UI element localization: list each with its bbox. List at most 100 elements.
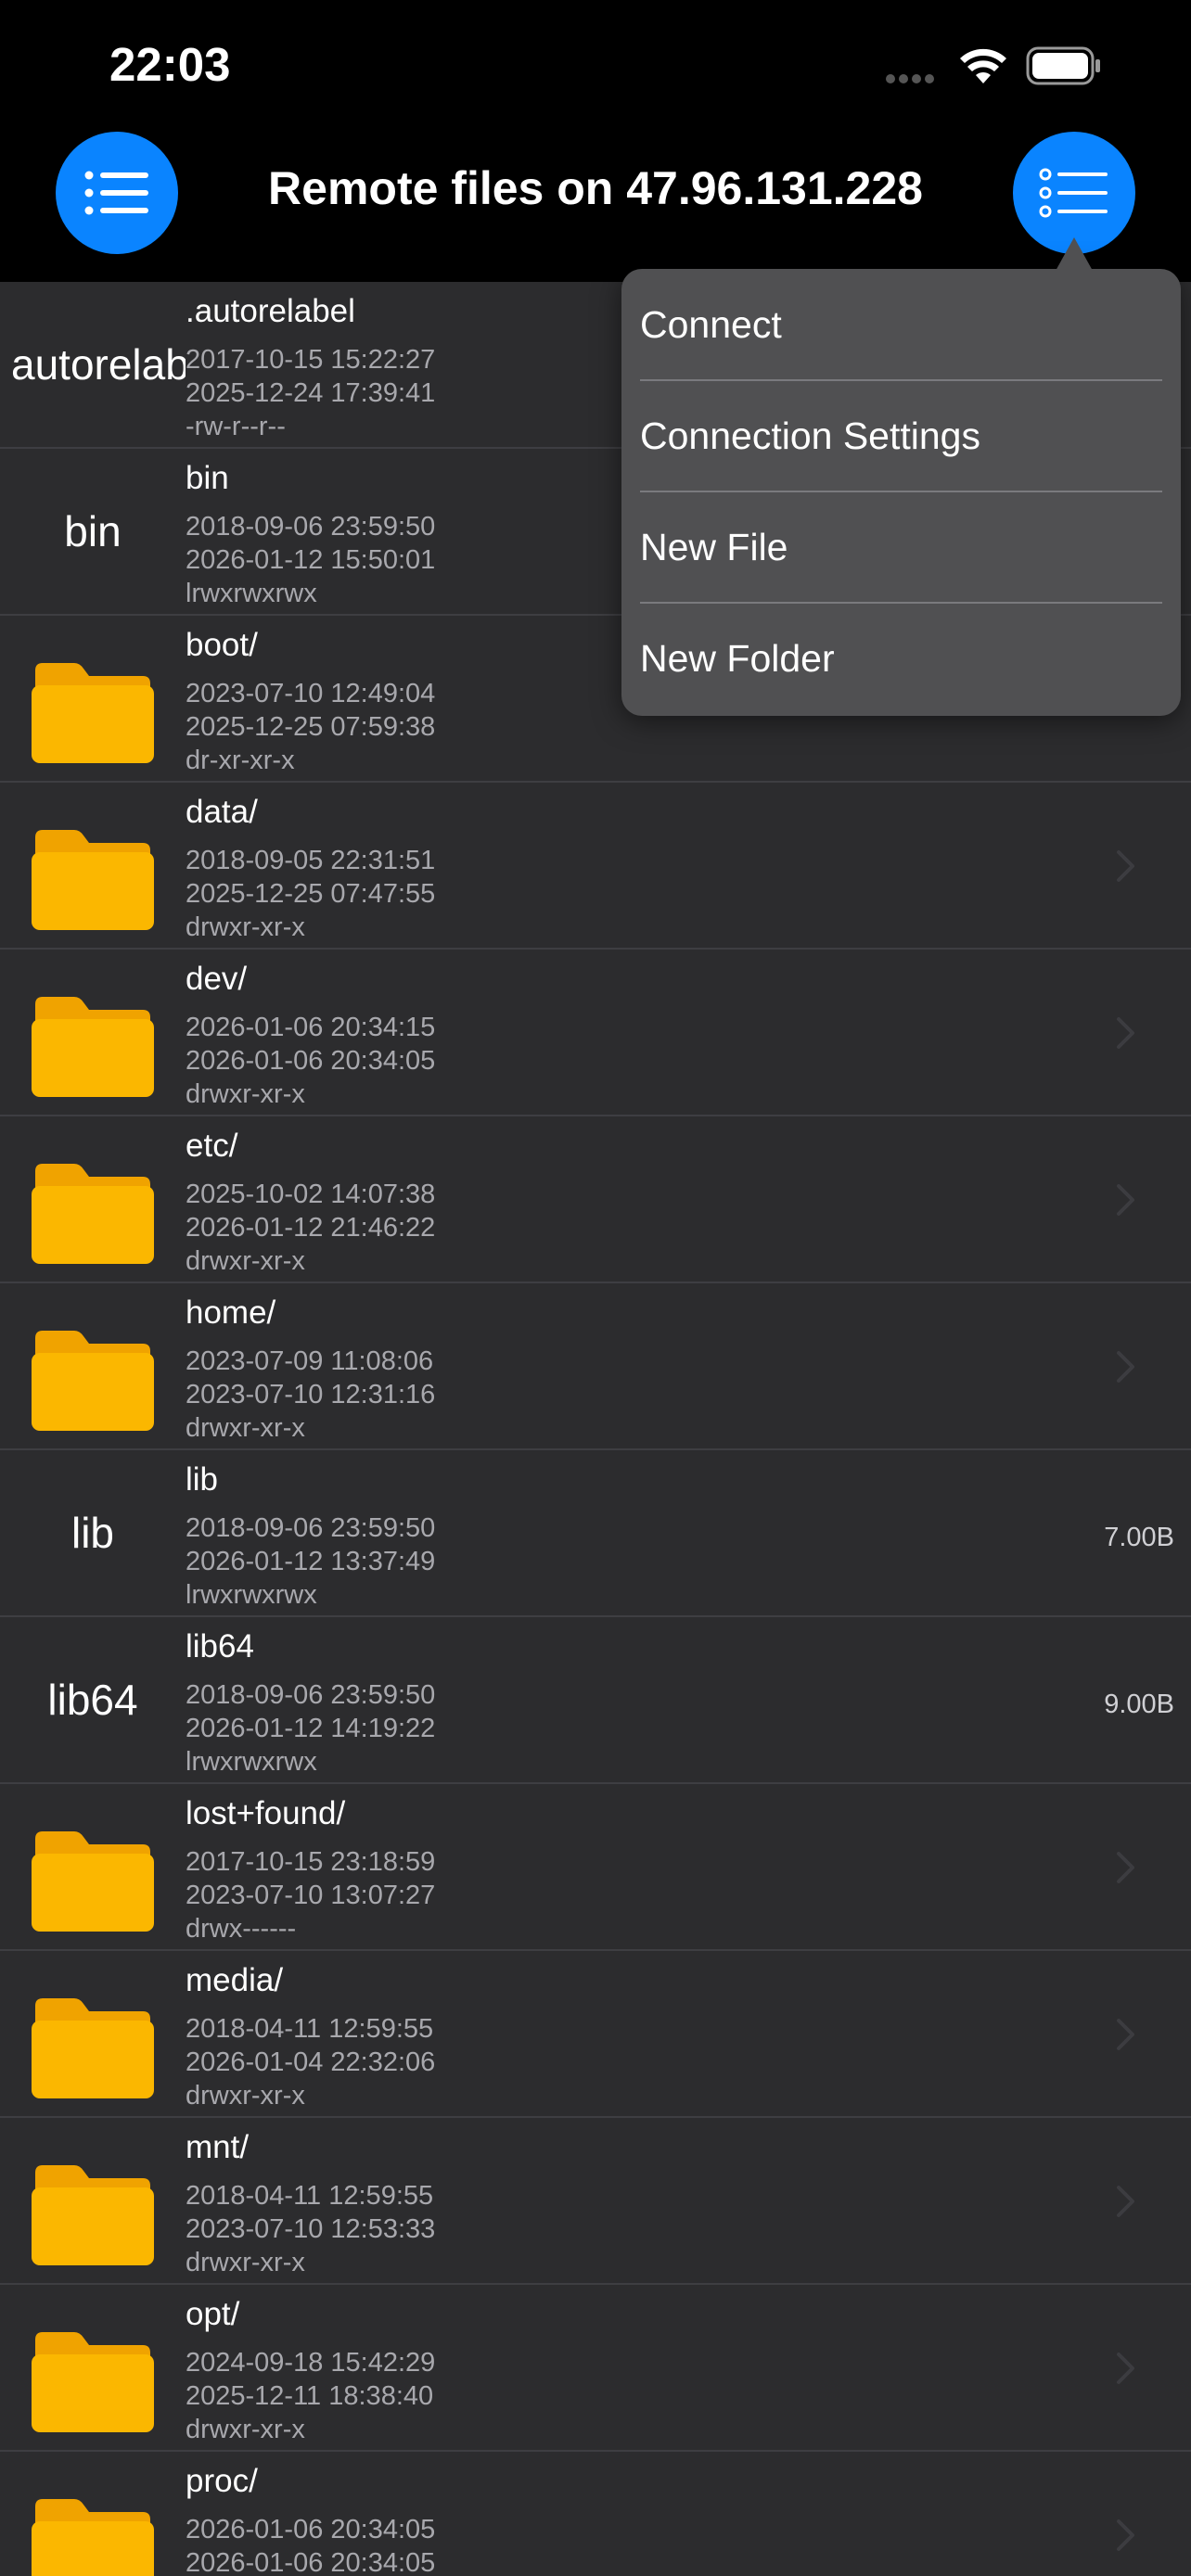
file-created-date: 2018-09-05 22:31:51 [186, 846, 436, 875]
file-type-label: lib64 [0, 1617, 186, 1782]
list-icon [84, 171, 148, 215]
file-name: data/ [186, 794, 258, 830]
chevron-right-icon [1117, 2353, 1134, 2384]
file-permissions: drwxr-xr-x [186, 2248, 305, 2277]
file-permissions: lrwxrwxrwx [186, 1747, 317, 1777]
menu-item-new-folder[interactable]: New Folder [640, 603, 1162, 714]
file-name: lib [186, 1461, 219, 1498]
file-modified-date: 2025-12-11 18:38:40 [186, 2381, 434, 2411]
file-type-text: autorelab [11, 340, 186, 389]
file-name: dev/ [186, 961, 248, 997]
list-bullet-icon [1039, 168, 1108, 218]
file-row[interactable]: proc/2026-01-06 20:34:05 2026-01-06 20:34… [0, 2452, 1191, 2576]
file-name: boot/ [186, 627, 258, 663]
file-modified-date: 2023-07-10 13:07:27 [186, 1881, 436, 1910]
menu-item-connect[interactable]: Connect [640, 269, 1162, 380]
file-name: opt/ [186, 2296, 240, 2332]
status-bar: 22:03 [0, 0, 1191, 132]
menu-item-connection-settings[interactable]: Connection Settings [640, 380, 1162, 491]
file-permissions: -rw-r--r-- [186, 412, 286, 441]
file-modified-date: 2026-01-12 14:19:22 [186, 1714, 436, 1743]
folder-icon [0, 2285, 186, 2450]
file-name: mnt/ [186, 2129, 250, 2165]
file-modified-date: 2026-01-12 15:50:01 [186, 545, 436, 575]
file-type-text: lib [70, 1509, 115, 1557]
file-permissions: lrwxrwxrwx [186, 1580, 317, 1610]
folder-icon [0, 1116, 186, 1282]
file-row[interactable]: lib lib 2018-09-06 23:59:50 2026-01-12 13:3… [0, 1450, 1191, 1617]
popover-menu: Connect Connection Settings New File New… [621, 269, 1181, 716]
file-row[interactable]: opt/2024-09-18 15:42:29 2025-12-11 18:38:… [0, 2285, 1191, 2452]
file-row[interactable]: home/2023-07-09 11:08:06 2023-07-10 12:31… [0, 1283, 1191, 1450]
file-created-date: 2023-07-10 12:49:04 [186, 679, 436, 708]
file-modified-date: 2026-01-12 21:46:22 [186, 1213, 436, 1243]
folder-icon [0, 616, 186, 781]
file-created-date: 2017-10-15 15:22:27 [186, 345, 436, 375]
file-type-label: bin [0, 449, 186, 614]
file-row[interactable]: lib64 lib64 2018-09-06 23:59:50 2026-01-12 … [0, 1617, 1191, 1784]
file-permissions: drwxr-xr-x [186, 2415, 305, 2444]
file-created-date: 2018-04-11 12:59:55 [186, 2181, 434, 2211]
file-name: proc/ [186, 2463, 258, 2499]
file-created-date: 2017-10-15 23:18:59 [186, 1847, 436, 1877]
file-row[interactable]: dev/2026-01-06 20:34:15 2026-01-06 20:34:… [0, 950, 1191, 1116]
file-permissions: drwx------ [186, 1914, 297, 1944]
file-created-date: 2018-09-06 23:59:50 [186, 1680, 436, 1710]
status-icons [820, 0, 1191, 132]
file-row[interactable]: data/2018-09-05 22:31:51 2025-12-25 07:47… [0, 783, 1191, 950]
nav-bar: Remote files on 47.96.131.228 [0, 132, 1191, 282]
file-permissions: drwxr-xr-x [186, 1079, 305, 1109]
folder-icon [0, 1283, 186, 1448]
file-modified-date: 2025-12-25 07:59:38 [186, 712, 436, 742]
file-size: 9.00B [1104, 1690, 1174, 1719]
chevron-right-icon [1117, 1184, 1134, 1216]
file-permissions: drwxr-xr-x [186, 1246, 305, 1276]
folder-icon [0, 2452, 186, 2576]
right-menu-button[interactable] [1013, 132, 1135, 254]
file-created-date: 2026-01-06 20:34:15 [186, 1013, 436, 1042]
file-permissions: drwxr-xr-x [186, 1413, 305, 1443]
file-row[interactable]: mnt/2018-04-11 12:59:55 2023-07-10 12:53:… [0, 2118, 1191, 2285]
file-name: home/ [186, 1294, 276, 1331]
menu-arrow [1056, 237, 1093, 271]
file-modified-date: 2026-01-04 22:32:06 [186, 2047, 436, 2077]
file-created-date: 2025-10-02 14:07:38 [186, 1180, 436, 1209]
file-created-date: 2024-09-18 15:42:29 [186, 2348, 436, 2378]
file-type-label: lib [0, 1450, 186, 1615]
file-row[interactable]: lost+found/2017-10-15 23:18:59 2023-07-10… [0, 1784, 1191, 1951]
file-modified-date: 2026-01-06 20:34:05 [186, 2548, 436, 2576]
left-menu-button[interactable] [56, 132, 178, 254]
file-modified-date: 2023-07-10 12:53:33 [186, 2214, 436, 2244]
file-permissions: dr-xr-xr-x [186, 746, 295, 775]
file-row[interactable]: etc/2025-10-02 14:07:38 2026-01-12 21:46:… [0, 1116, 1191, 1283]
folder-icon [0, 950, 186, 1115]
file-name: lib64 [186, 1628, 254, 1664]
file-name: etc/ [186, 1128, 238, 1164]
file-row[interactable]: media/2018-04-11 12:59:55 2026-01-04 22:3… [0, 1951, 1191, 2118]
chevron-right-icon [1117, 1017, 1134, 1049]
file-created-date: 2023-07-09 11:08:06 [186, 1346, 434, 1376]
status-time: 22:03 [109, 38, 231, 91]
file-type-text: bin [64, 507, 122, 555]
folder-icon [0, 1784, 186, 1949]
page-title: Remote files on 47.96.131.228 [268, 162, 923, 214]
chevron-right-icon [1117, 1351, 1134, 1383]
file-name: .autorelabel [186, 293, 355, 329]
file-type-text: lib64 [47, 1676, 138, 1724]
file-created-date: 2018-09-06 23:59:50 [186, 1513, 436, 1543]
file-created-date: 2018-04-11 12:59:55 [186, 2014, 434, 2044]
folder-icon [0, 1951, 186, 2116]
chevron-right-icon [1117, 2186, 1134, 2217]
chevron-right-icon [1117, 850, 1134, 882]
file-name: lost+found/ [186, 1795, 346, 1831]
chevron-right-icon [1117, 1852, 1134, 1883]
file-modified-date: 2023-07-10 12:31:16 [186, 1380, 436, 1409]
file-created-date: 2018-09-06 23:59:50 [186, 512, 436, 542]
menu-item-new-file[interactable]: New File [640, 491, 1162, 603]
battery-icon [1026, 46, 1100, 85]
file-type-label: autorelab [0, 282, 186, 447]
chevron-right-icon [1117, 2019, 1134, 2050]
chevron-right-icon [1117, 2519, 1134, 2551]
file-permissions: drwxr-xr-x [186, 912, 305, 942]
file-modified-date: 2026-01-12 13:37:49 [186, 1547, 436, 1576]
